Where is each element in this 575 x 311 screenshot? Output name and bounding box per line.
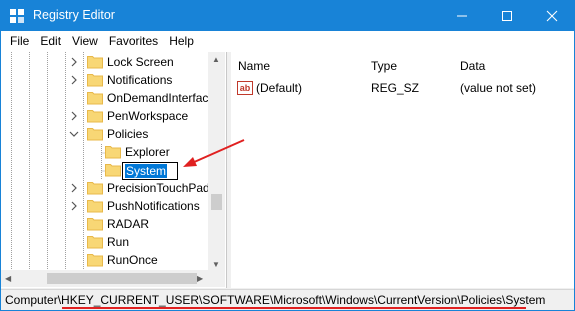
tree-item-label: Explorer [125,145,170,159]
maximize-button[interactable] [484,1,529,31]
tree-item-label: PushNotifications [107,199,200,213]
window-title: Registry Editor [33,8,115,22]
registry-editor-window: Registry Editor File Edit View Favorites… [0,0,575,311]
menu-view[interactable]: View [67,31,103,52]
folder-icon [87,74,103,87]
minimize-button[interactable] [439,1,484,31]
tree-item-label: RunOnce [107,253,158,267]
tree-item-notifications[interactable]: Notifications [1,71,208,89]
maximize-icon [501,11,512,21]
tree-item-lock-screen[interactable]: Lock Screen [1,53,208,71]
current-key-path: Computer\HKEY_CURRENT_USER\SOFTWARE\Micr… [5,293,546,307]
folder-icon [87,254,103,267]
tree-item-runonce[interactable]: RunOnce [1,251,208,269]
registry-editor-icon [10,9,24,23]
value-name: (Default) [256,81,303,95]
folder-icon [105,146,121,159]
tree-item-label: PrecisionTouchPad [107,181,210,195]
string-value-icon: ab [237,81,253,95]
chevron-right-icon[interactable] [68,74,80,86]
tree-item-label: Notifications [107,73,173,87]
column-header-name[interactable]: Name [238,59,270,73]
tree-item-label: OnDemandInterfac [107,91,209,105]
title-bar: Registry Editor [1,1,574,31]
key-tree[interactable]: Lock Screen Notifications OnDemandInterf… [1,52,227,288]
tree-item-label: RADAR [107,217,150,231]
chevron-right-icon[interactable] [68,182,80,194]
tree-item-label: Lock Screen [107,55,174,69]
tree-item-label: Policies [107,127,149,141]
tree-item-ondemandinterface[interactable]: OnDemandInterfac [1,89,208,107]
folder-open-icon [87,128,103,141]
chevron-down-icon[interactable] [68,128,80,140]
folder-icon [105,164,121,177]
scrollbar-corner [208,270,225,287]
tree-horizontal-scrollbar[interactable]: ◀ ▶ [1,270,208,287]
tree-item-precisiontouchpad[interactable]: PrecisionTouchPad [1,179,210,197]
value-type: REG_SZ [371,81,420,95]
menu-favorites[interactable]: Favorites [104,31,163,52]
folder-icon [87,92,103,105]
value-data: (value not set) [460,81,537,95]
folder-icon [87,218,103,231]
tree-item-policies[interactable]: Policies [1,125,208,143]
close-button[interactable] [529,1,574,31]
rename-key-input[interactable]: System [122,162,178,180]
folder-icon [87,110,103,123]
column-header-type[interactable]: Type [371,59,397,73]
folder-icon [87,182,103,195]
chevron-right-icon[interactable] [68,56,80,68]
scroll-up-icon[interactable]: ▲ [212,55,220,65]
folder-icon [87,236,103,249]
close-icon [546,10,557,22]
tree-item-run[interactable]: Run [1,233,208,251]
scroll-down-icon[interactable]: ▼ [212,260,220,270]
folder-icon [87,56,103,69]
minimize-icon [456,15,467,17]
tree-item-pushnotifications[interactable]: PushNotifications [1,197,208,215]
scroll-right-icon[interactable]: ▶ [197,274,203,284]
scroll-left-icon[interactable]: ◀ [5,274,11,284]
chevron-right-icon[interactable] [68,110,80,122]
menu-help[interactable]: Help [164,31,199,52]
menu-bar: File Edit View Favorites Help [1,31,574,52]
tree-item-explorer[interactable]: Explorer [1,143,208,161]
tree-item-radar[interactable]: RADAR [1,215,208,233]
tree-vertical-scrollbar[interactable]: ▲ ▼ [208,52,225,287]
chevron-right-icon[interactable] [68,200,80,212]
folder-icon [87,200,103,213]
tree-item-label: PenWorkspace [107,109,189,123]
tree-item-label: Run [107,235,130,249]
values-list[interactable]: Name Type Data ab (Default) REG_SZ (valu… [231,52,574,288]
menu-file[interactable]: File [5,31,34,52]
rename-key-selected-text: System [125,164,168,178]
menu-edit[interactable]: Edit [35,31,66,52]
tree-horizontal-scroll-thumb[interactable] [47,273,197,284]
path-annotation-underline [62,307,526,309]
tree-vertical-scroll-thumb[interactable] [211,194,222,210]
tree-item-penworkspace[interactable]: PenWorkspace [1,107,208,125]
column-header-data[interactable]: Data [460,59,485,73]
